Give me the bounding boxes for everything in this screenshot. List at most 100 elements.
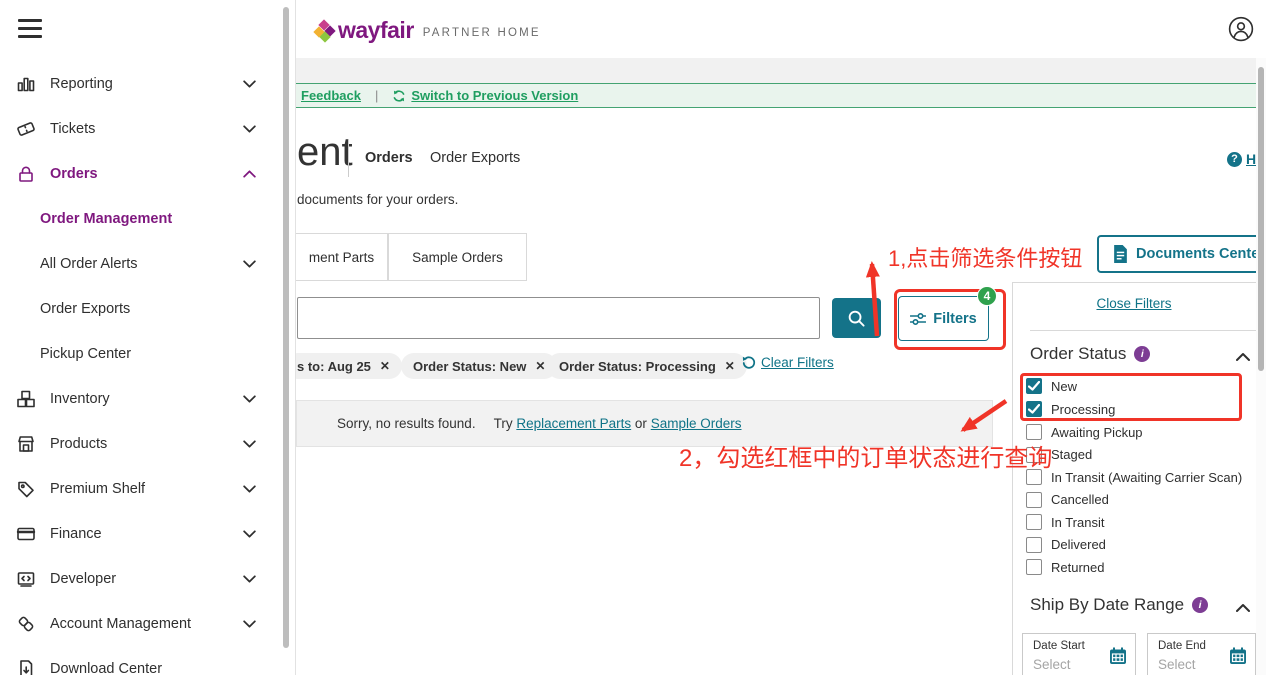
filter-panel-left-border	[1012, 282, 1013, 675]
filter-chip-ship-date[interactable]: s to: Aug 25 ✕	[285, 353, 402, 379]
partner-home-label: PARTNER HOME	[422, 26, 541, 39]
sidebar-item-pickup-center[interactable]: Pickup Center	[0, 331, 280, 376]
sidebar-item-premium-shelf[interactable]: Premium Shelf	[0, 466, 280, 511]
sidebar-item-label: Tickets	[50, 120, 96, 137]
checkbox-row-returned[interactable]: Returned	[1026, 556, 1104, 578]
checkbox-cancelled[interactable]	[1026, 491, 1042, 508]
feedback-banner: Feedback | Switch to Previous Version	[296, 83, 1256, 108]
question-icon: ?	[1227, 151, 1242, 167]
search-input[interactable]	[297, 297, 820, 339]
order-status-collapse-chevron[interactable]	[1236, 348, 1250, 366]
filters-count-badge: 4	[977, 286, 997, 306]
info-icon[interactable]: i	[1192, 597, 1209, 613]
sidebar-item-reporting[interactable]: Reporting	[0, 61, 280, 106]
sidebar-item-inventory[interactable]: Inventory	[0, 376, 280, 421]
account-icon[interactable]	[1228, 16, 1254, 42]
sidebar-item-orders[interactable]: Orders	[0, 151, 280, 196]
checkbox-row-in-transit[interactable]: In Transit	[1026, 511, 1104, 533]
date-start-picker[interactable]: Date Start Select	[1022, 633, 1136, 675]
checkbox-delivered[interactable]	[1026, 536, 1042, 553]
sidebar-item-label: Orders	[50, 165, 98, 182]
chip-remove-icon[interactable]: ✕	[535, 359, 545, 373]
chip-remove-icon[interactable]: ✕	[380, 359, 390, 373]
chip-remove-icon[interactable]: ✕	[725, 359, 735, 373]
sidebar-item-download-center[interactable]: Download Center	[0, 646, 280, 675]
cubes-icon	[16, 388, 37, 409]
replacement-parts-link[interactable]: Replacement Parts	[516, 416, 631, 431]
sidebar-item-label: All Order Alerts	[40, 255, 138, 272]
sidebar-item-label: Pickup Center	[40, 345, 132, 362]
tab-order-exports[interactable]: Order Exports	[430, 150, 520, 166]
tab-replacement-parts-label: ment Parts	[308, 249, 375, 265]
tab-orders[interactable]: Orders	[365, 150, 413, 166]
download-document-icon	[16, 658, 37, 675]
filter-chip-status-processing[interactable]: Order Status: Processing ✕	[547, 353, 747, 379]
clear-filters-link[interactable]: Clear Filters	[742, 355, 834, 370]
tab-replacement-parts[interactable]: ment Parts	[296, 233, 388, 280]
calendar-icon[interactable]	[1109, 647, 1127, 670]
date-start-value: Select	[1033, 657, 1071, 672]
annotation-box-order-status	[1020, 373, 1242, 421]
calendar-icon[interactable]	[1229, 647, 1247, 670]
sidebar: Reporting Tickets Orders Order Managemen…	[0, 0, 296, 675]
ticket-icon	[16, 118, 37, 139]
chip-label: Order Status: New	[413, 358, 527, 374]
sidebar-item-label: Order Exports	[40, 300, 131, 317]
filter-chip-status-new[interactable]: Order Status: New ✕	[401, 353, 558, 379]
main-scrollbar-thumb[interactable]	[1258, 67, 1264, 371]
page-description-fragment: documents for your orders.	[297, 192, 459, 207]
price-tag-icon	[16, 478, 37, 499]
sidebar-item-label: Products	[50, 435, 108, 452]
sidebar-item-developer[interactable]: Developer	[0, 556, 280, 601]
sidebar-item-tickets[interactable]: Tickets	[0, 106, 280, 151]
info-icon[interactable]: i	[1134, 346, 1151, 362]
sidebar-item-order-exports[interactable]: Order Exports	[0, 286, 280, 331]
search-button[interactable]	[832, 298, 881, 338]
clear-filters-label: Clear Filters	[761, 355, 834, 370]
sidebar-item-label: Order Management	[40, 210, 173, 227]
checkbox-label: Staged	[1051, 447, 1093, 462]
sidebar-item-label: Reporting	[50, 75, 113, 92]
ship-by-collapse-chevron[interactable]	[1236, 599, 1250, 617]
sidebar-item-products[interactable]: Products	[0, 421, 280, 466]
checkbox-in-transit[interactable]	[1026, 514, 1042, 530]
annotation-step1: 1,点击筛选条件按钮	[888, 246, 1083, 271]
checkbox-label: In Transit (Awaiting Carrier Scan)	[1051, 469, 1243, 485]
sidebar-item-all-order-alerts[interactable]: All Order Alerts	[0, 241, 280, 286]
tab-sample-orders-label: Sample Orders	[412, 249, 503, 265]
order-status-title: Order Status	[1030, 344, 1127, 363]
document-icon	[1114, 245, 1127, 263]
date-end-label: Date End	[1158, 640, 1206, 652]
date-end-picker[interactable]: Date End Select	[1147, 633, 1256, 675]
checkbox-returned[interactable]	[1026, 559, 1042, 575]
checkbox-label: Delivered	[1051, 537, 1106, 552]
storefront-icon	[16, 433, 37, 454]
checkbox-row-in-transit-awaiting[interactable]: In Transit (Awaiting Carrier Scan)	[1026, 466, 1242, 488]
sidebar-item-order-management[interactable]: Order Management	[0, 196, 280, 241]
tab-sample-orders[interactable]: Sample Orders	[388, 233, 527, 280]
hamburger-menu-icon[interactable]	[18, 19, 42, 38]
switch-previous-version-link[interactable]: Switch to Previous Version	[411, 88, 578, 103]
wayfair-flower-icon	[313, 19, 336, 43]
no-results-message: Sorry, no results found.	[337, 416, 476, 431]
documents-center-button[interactable]: Documents Center	[1097, 235, 1266, 273]
checkbox-row-delivered[interactable]: Delivered	[1026, 534, 1106, 556]
feedback-link[interactable]: Feedback	[301, 88, 361, 103]
sidebar-item-account-management[interactable]: Account Management	[0, 601, 280, 646]
ship-by-date-range-heading: Ship By Date Range i	[1030, 595, 1209, 615]
wayfair-wordmark: wayfair	[338, 17, 414, 43]
sidebar-item-label: Inventory	[50, 390, 110, 407]
sample-orders-link[interactable]: Sample Orders	[651, 416, 742, 431]
bar-chart-icon	[16, 73, 37, 94]
sidebar-item-label: Premium Shelf	[50, 480, 146, 497]
close-filters-link[interactable]: Close Filters	[1096, 296, 1171, 311]
order-status-heading: Order Status i	[1030, 344, 1151, 364]
checkbox-row-cancelled[interactable]: Cancelled	[1026, 489, 1109, 511]
checkbox-label: Returned	[1051, 559, 1105, 575]
wayfair-logo[interactable]: wayfair PARTNER HOME	[313, 17, 541, 44]
credit-card-icon	[16, 523, 37, 544]
sidebar-item-finance[interactable]: Finance	[0, 511, 280, 556]
sidebar-scrollbar-thumb[interactable]	[283, 7, 289, 648]
top-header: wayfair PARTNER HOME	[296, 0, 1266, 58]
chip-label: s to: Aug 25	[297, 358, 371, 374]
